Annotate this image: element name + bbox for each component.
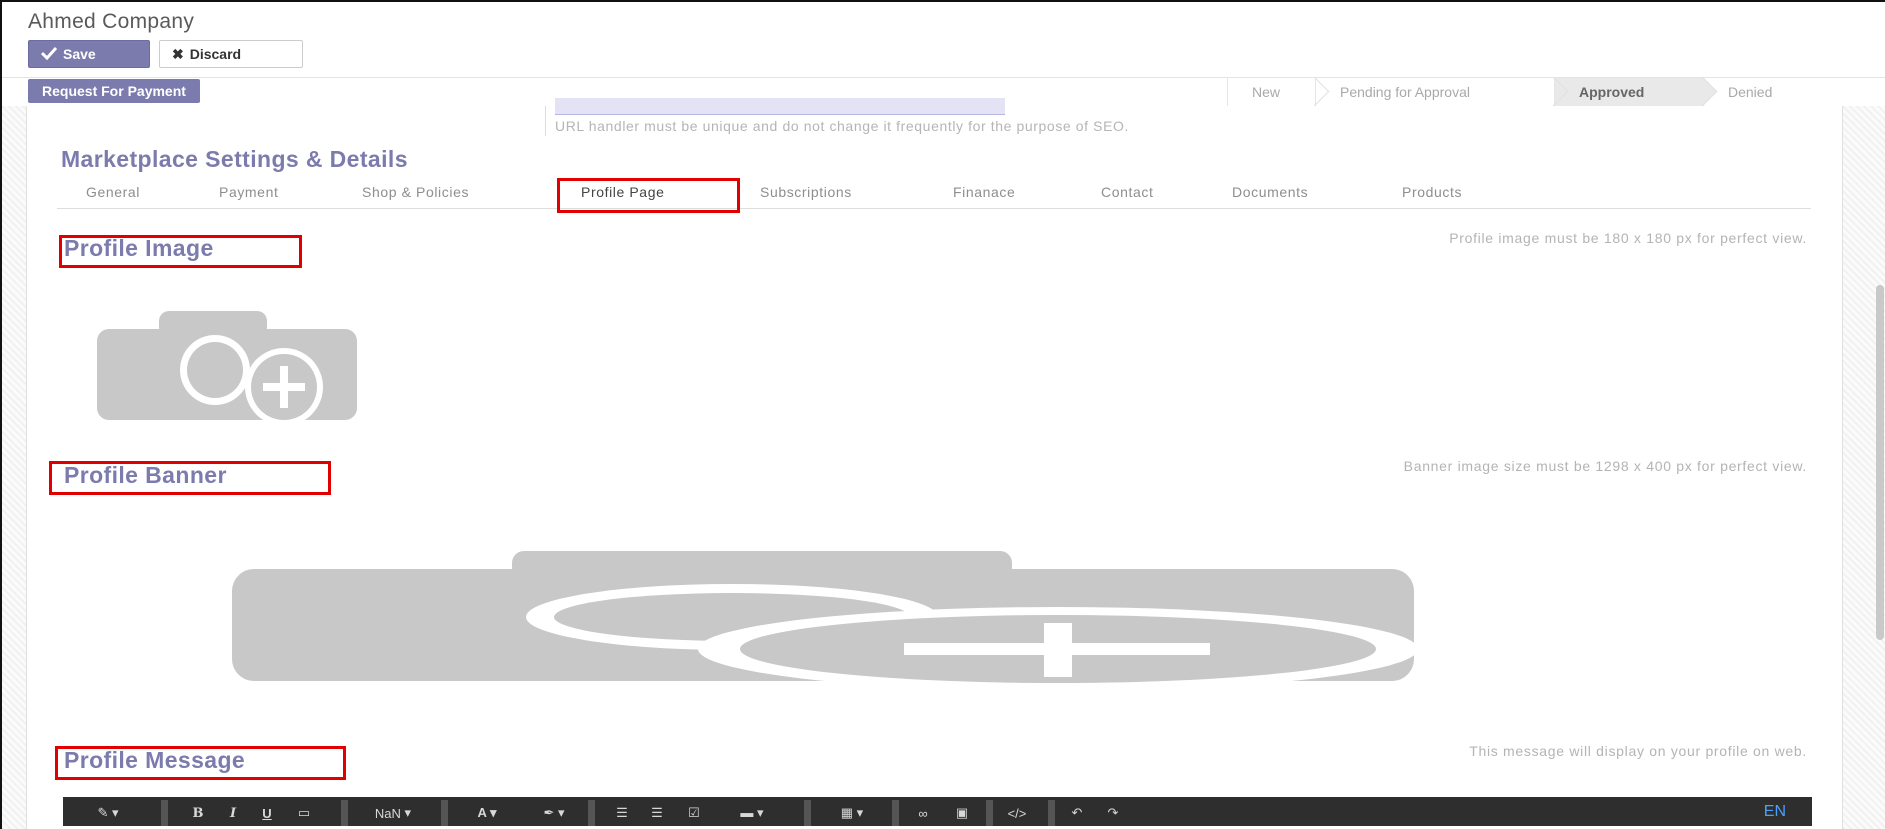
bullet-list-icon[interactable]: ☰ (608, 802, 636, 824)
tab-general[interactable]: General (86, 184, 140, 200)
stage-approved[interactable]: Approved (1554, 78, 1703, 106)
table-dropdown[interactable]: ▦ ▾ (825, 802, 879, 824)
record-title: Ahmed Company (28, 10, 195, 33)
font-color-dropdown[interactable]: A ▾ (463, 802, 511, 824)
field-divider (545, 106, 546, 136)
profile-banner-upload-icon[interactable] (232, 551, 1418, 693)
left-background (2, 106, 27, 829)
stage-pending-approval[interactable]: Pending for Approval (1315, 78, 1554, 106)
toolbar-separator (161, 800, 168, 826)
toolbar-separator (588, 800, 595, 826)
italic-button[interactable]: I (219, 802, 247, 824)
profile-banner-hint: Banner image size must be 1298 x 400 px … (1403, 458, 1807, 474)
stage-denied[interactable]: Denied (1703, 78, 1823, 106)
status-stages: New Pending for Approval Approved Denied (1227, 78, 1823, 106)
underline-button[interactable]: U (253, 802, 281, 824)
toolbar-separator (441, 800, 448, 826)
section-title: Marketplace Settings & Details (61, 146, 408, 172)
tab-finanace[interactable]: Finanace (953, 184, 1015, 200)
redo-icon[interactable]: ↷ (1099, 802, 1127, 824)
toolbar-separator (892, 800, 899, 826)
profile-image-hint: Profile image must be 180 x 180 px for p… (1449, 230, 1807, 246)
tab-payment[interactable]: Payment (219, 184, 278, 200)
vertical-scrollbar[interactable] (1876, 285, 1884, 640)
discard-label: Discard (189, 46, 242, 62)
language-indicator[interactable]: EN (1764, 803, 1786, 821)
url-help-text: URL handler must be unique and do not ch… (555, 118, 1130, 134)
tab-shop-policies[interactable]: Shop & Policies (362, 184, 469, 200)
undo-icon[interactable]: ↶ (1063, 802, 1091, 824)
save-button[interactable]: Save (28, 40, 150, 68)
rich-text-toolbar: ✎ ▾ B I U ▭ NaN ▾ A ▾ ✒ ▾ ☰ ☰ ☑ ▬ ▾ ▦ ▾ … (63, 797, 1812, 829)
url-handler-input[interactable] (555, 98, 1005, 115)
profile-message-hint: This message will display on your profil… (1469, 743, 1807, 759)
font-size-value: NaN (374, 805, 401, 821)
notebook-tabs: General Payment Shop & Policies Profile … (57, 178, 1811, 209)
tab-subscriptions[interactable]: Subscriptions (760, 184, 852, 200)
highlight-profile-message (55, 746, 346, 780)
highlight-profile-banner (49, 461, 331, 495)
request-for-payment-button[interactable]: Request For Payment (28, 79, 200, 103)
paragraph-dropdown[interactable]: ▬ ▾ (725, 802, 779, 824)
code-view-icon[interactable]: </> (1003, 802, 1031, 824)
bold-button[interactable]: B (184, 802, 212, 824)
tab-documents[interactable]: Documents (1232, 184, 1308, 200)
style-dropdown[interactable]: ✎ ▾ (85, 802, 131, 824)
tab-contact[interactable]: Contact (1101, 184, 1153, 200)
profile-image-upload-icon[interactable] (97, 310, 361, 426)
font-size-dropdown[interactable]: NaN ▾ (363, 802, 423, 824)
discard-button[interactable]: ✖ Discard (159, 40, 303, 68)
toolbar-separator (804, 800, 811, 826)
eraser-icon[interactable]: ▭ (290, 802, 318, 824)
image-icon[interactable]: ▣ (948, 802, 976, 824)
toolbar-separator (986, 800, 993, 826)
stage-new[interactable]: New (1227, 78, 1315, 106)
save-label: Save (63, 46, 96, 62)
highlight-profile-page-tab (557, 178, 740, 213)
highlight-profile-image (59, 235, 302, 268)
tab-products[interactable]: Products (1402, 184, 1462, 200)
numbered-list-icon[interactable]: ☰ (643, 802, 671, 824)
close-icon: ✖ (172, 45, 184, 62)
highlight-color-dropdown[interactable]: ✒ ▾ (530, 802, 578, 824)
check-icon (40, 46, 58, 63)
toolbar-separator (1048, 800, 1055, 826)
toolbar-separator (341, 800, 348, 826)
link-icon[interactable]: ∞ (909, 802, 937, 824)
checklist-icon[interactable]: ☑ (680, 802, 708, 824)
